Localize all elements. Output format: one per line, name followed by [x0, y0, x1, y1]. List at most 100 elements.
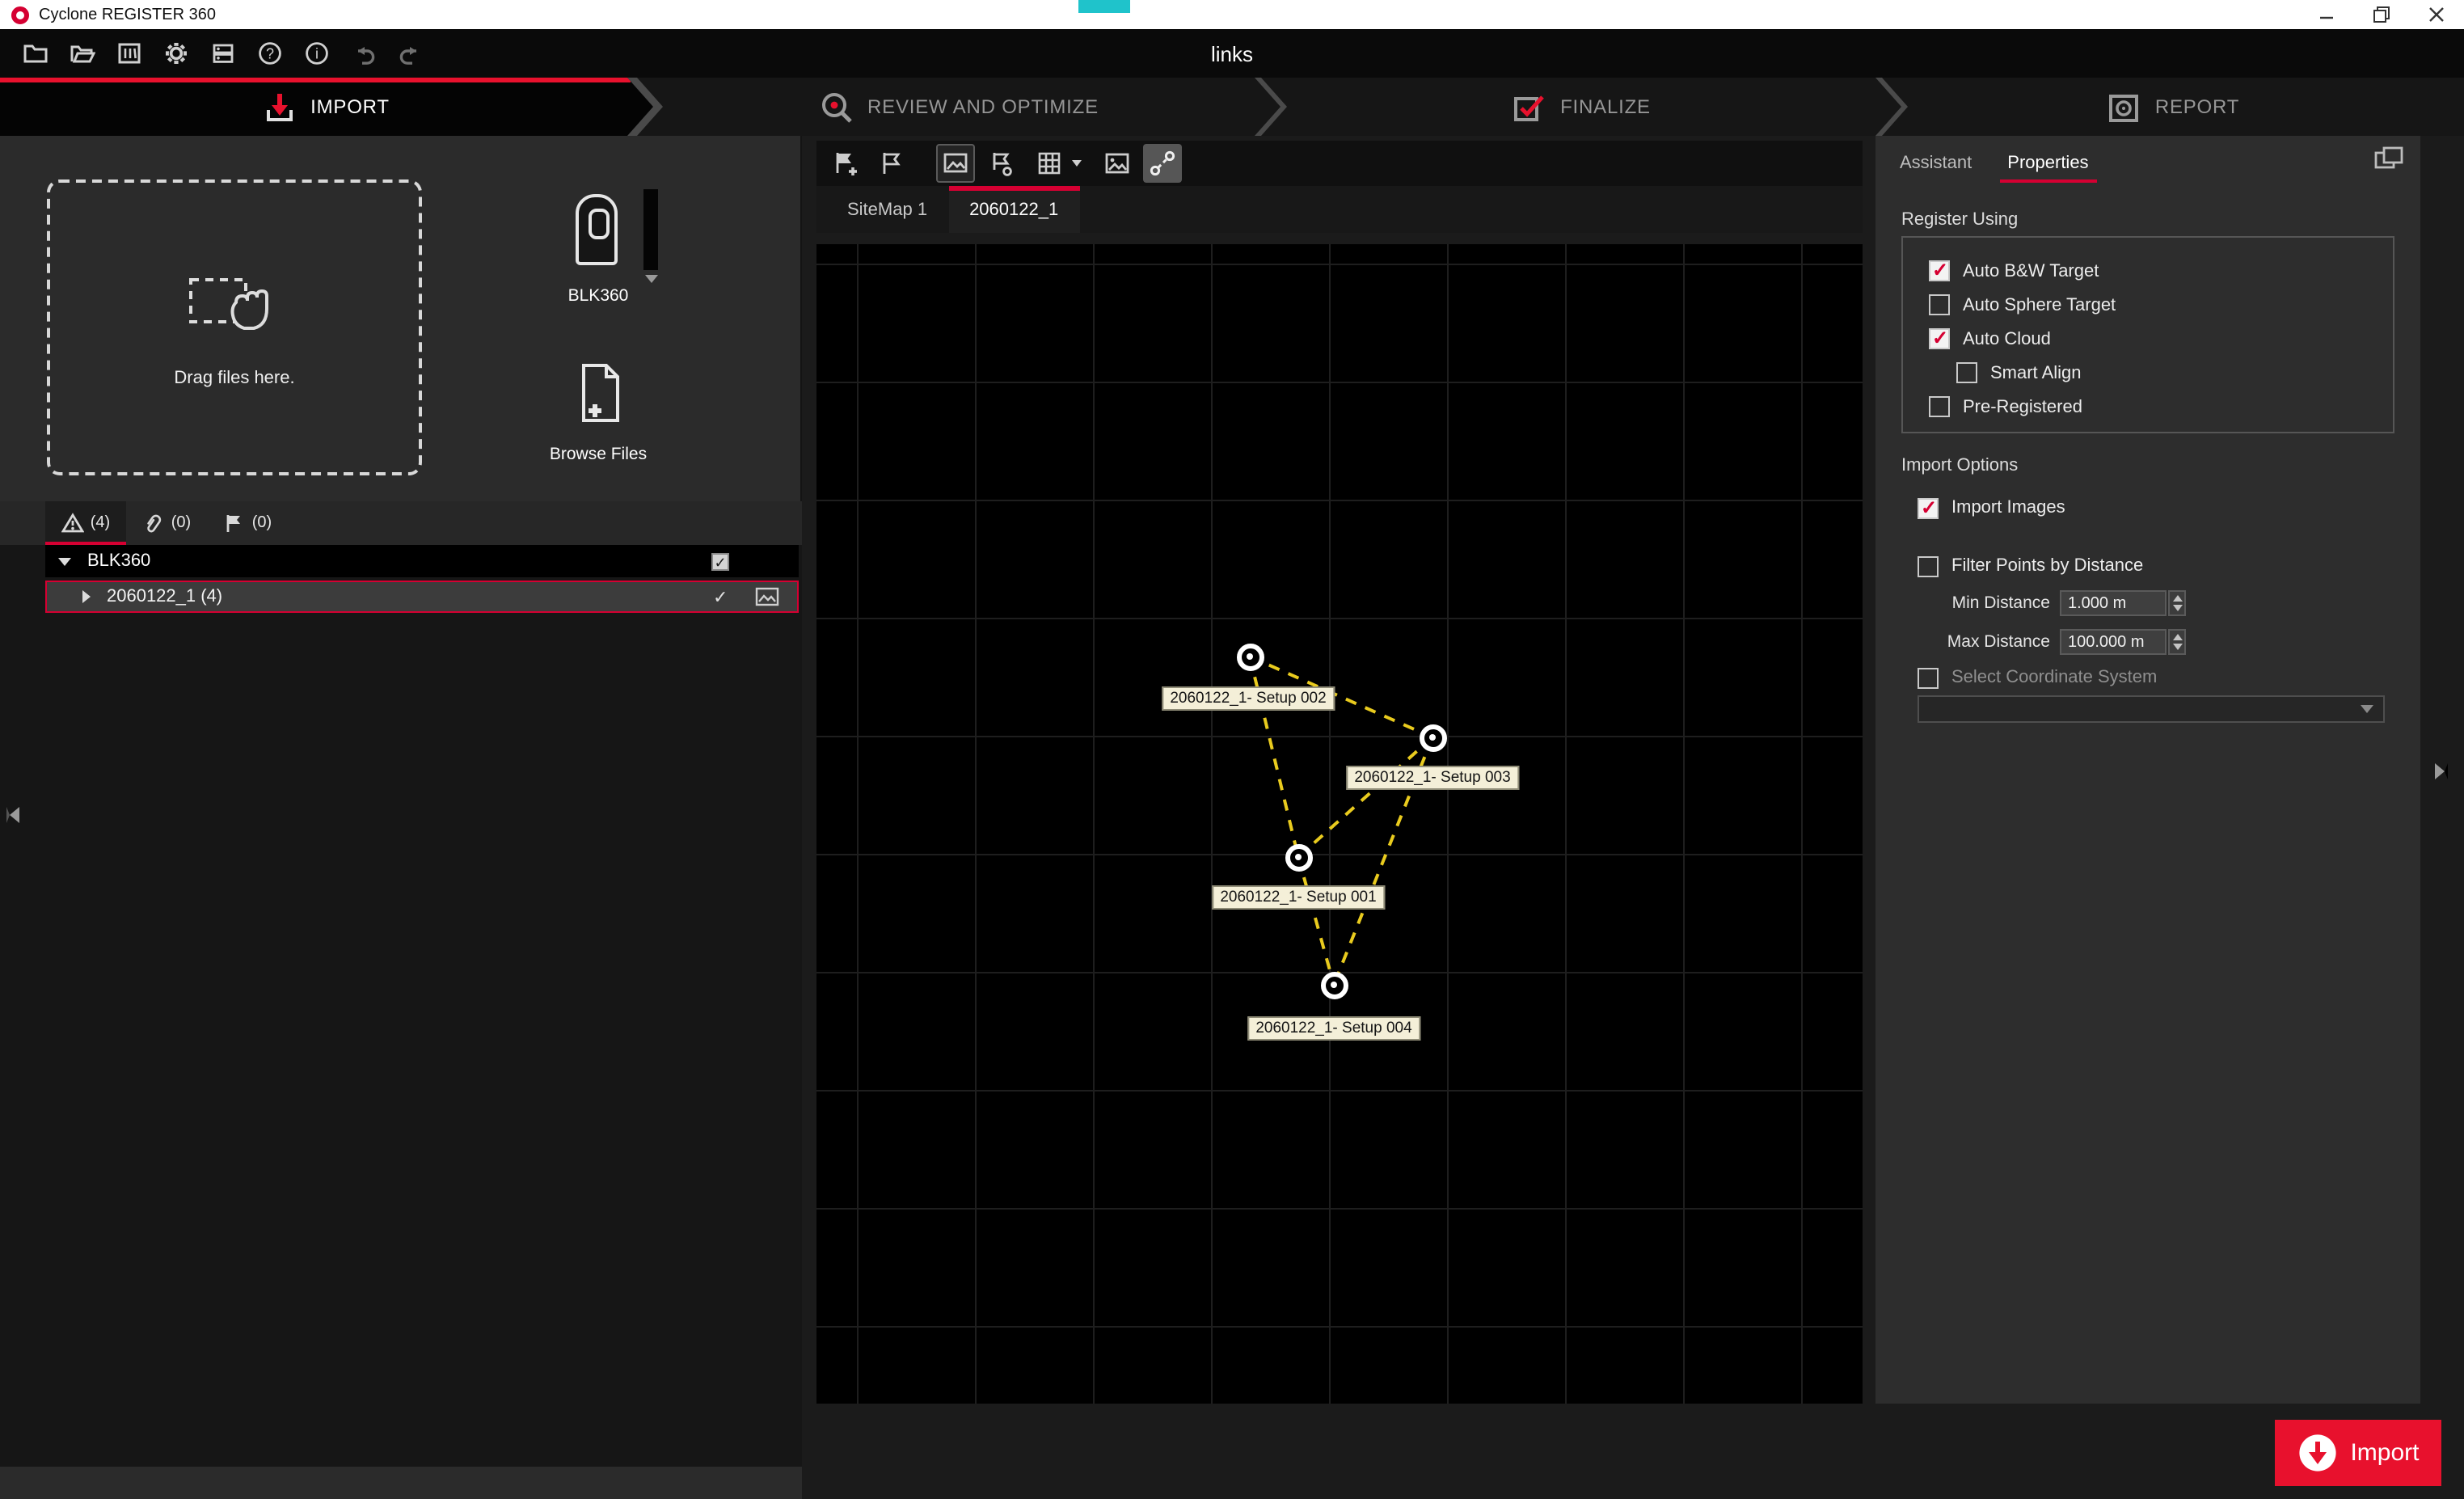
checkbox[interactable]	[1929, 260, 1950, 281]
sitemap-flag-icon[interactable]	[981, 144, 1020, 183]
undo-icon[interactable]	[343, 34, 385, 73]
open-folder-icon[interactable]	[61, 34, 103, 73]
settings-gear-icon[interactable]	[155, 34, 197, 73]
blk360-dropdown-caret-icon[interactable]	[645, 275, 658, 283]
setup-node-label: 2060122_1- Setup 004	[1247, 1016, 1420, 1041]
app-title: Cyclone REGISTER 360	[39, 6, 216, 23]
coordinate-system-checkbox[interactable]	[1918, 667, 1939, 688]
min-distance-stepper[interactable]	[2168, 590, 2186, 616]
tree-child-label: 2060122_1 (4)	[107, 587, 222, 606]
tab-2060122-1[interactable]: 2060122_1	[948, 186, 1079, 233]
checkbox[interactable]	[1956, 362, 1977, 383]
import-file-tree: BLK360 2060122_1 (4)	[0, 545, 802, 1467]
browse-files-icon[interactable]	[576, 362, 624, 424]
image-view-icon[interactable]	[1098, 144, 1137, 183]
finalize-stage-icon	[1512, 91, 1546, 123]
info-icon[interactable]: i	[296, 34, 338, 73]
warning-triangle-icon	[61, 513, 84, 534]
titlebar: Cyclone REGISTER 360	[0, 0, 2464, 29]
option-auto-cloud[interactable]: Auto Cloud	[1929, 322, 2380, 356]
import-panel: Drag files here. BLK360 Browse Files	[0, 136, 802, 1499]
import-file-tabs: (4) (0) (0)	[0, 501, 802, 545]
add-sitemap-icon[interactable]	[826, 144, 865, 183]
blk360-device-icon[interactable]	[576, 194, 618, 265]
check-icon	[713, 586, 728, 607]
checkbox[interactable]	[1929, 294, 1950, 315]
import-project-icon[interactable]	[108, 34, 150, 73]
layout-panes-icon[interactable]	[2373, 146, 2404, 176]
max-distance-stepper[interactable]	[2168, 629, 2186, 655]
checkbox-label: Pre-Registered	[1963, 397, 2082, 416]
link-tool-icon[interactable]	[1143, 144, 1182, 183]
chevron-down-icon	[2361, 705, 2373, 713]
setup-node-setup004[interactable]	[1320, 971, 1348, 999]
setup-node-label: 2060122_1- Setup 003	[1346, 766, 1518, 790]
tab-assistant[interactable]: Assistant	[1882, 144, 1989, 183]
coordinate-system-dropdown[interactable]	[1918, 695, 2385, 723]
drag-drop-area[interactable]: Drag files here.	[47, 179, 422, 475]
open-project-icon[interactable]	[15, 34, 57, 73]
setup-node-setup001[interactable]	[1285, 843, 1312, 871]
sitemap-panel: SiteMap 1 2060122_1 2060122_1- Setup 002…	[816, 136, 1863, 1404]
warnings-count: (4)	[91, 514, 110, 532]
max-distance-input[interactable]: 100.000 m	[2060, 629, 2167, 655]
svg-text:?: ?	[266, 45, 274, 61]
select-coordinate-system-option[interactable]: Select Coordinate System	[1918, 661, 2157, 694]
import-images-option[interactable]: Import Images	[1918, 492, 2065, 524]
storage-icon[interactable]	[202, 34, 244, 73]
minimize-icon	[2317, 5, 2336, 24]
tab-attachments[interactable]: (0)	[126, 501, 207, 545]
min-distance-input[interactable]: 1.000 m	[2060, 590, 2167, 616]
tree-root-checkbox[interactable]	[711, 552, 729, 570]
tab-properties[interactable]: Properties	[1989, 144, 2106, 183]
stage-review-and-optimize[interactable]: REVIEW AND OPTIMIZE	[637, 78, 1281, 136]
collapse-caret-icon[interactable]	[58, 557, 71, 565]
option-pre-registered[interactable]: Pre-Registered	[1929, 390, 2380, 424]
checkbox[interactable]	[1929, 328, 1950, 349]
help-icon[interactable]: ?	[249, 34, 291, 73]
panel-bottom-strip	[0, 1467, 802, 1499]
grid-icon[interactable]	[1030, 144, 1069, 183]
tab-sitemap-1[interactable]: SiteMap 1	[826, 186, 948, 233]
import-button[interactable]: Import	[2275, 1420, 2441, 1486]
minimize-button[interactable]	[2299, 0, 2354, 29]
tree-root-label: BLK360	[87, 551, 150, 571]
tab-controls[interactable]: (0)	[207, 501, 288, 545]
node-center-dot	[1331, 982, 1337, 988]
grid-dropdown-caret-icon[interactable]	[1069, 144, 1085, 183]
stage-finalize[interactable]: FINALIZE	[1261, 78, 1901, 136]
setup-links-layer	[816, 244, 1863, 1404]
option-auto-b-w-target[interactable]: Auto B&W Target	[1929, 254, 2380, 288]
active-stage-indicator	[0, 78, 631, 82]
tree-row-2060122-1[interactable]: 2060122_1 (4)	[45, 581, 799, 613]
tree-row-blk360[interactable]: BLK360	[45, 545, 799, 577]
filter-points-checkbox[interactable]	[1918, 555, 1939, 576]
sitemap-icon[interactable]	[871, 144, 910, 183]
stage-report[interactable]: REPORT	[1882, 78, 2464, 136]
option-smart-align[interactable]: Smart Align	[1929, 356, 2380, 390]
fit-view-icon[interactable]	[936, 144, 975, 183]
image-thumbnail-icon[interactable]	[755, 587, 779, 606]
close-button[interactable]	[2409, 0, 2464, 29]
option-auto-sphere-target[interactable]: Auto Sphere Target	[1929, 288, 2380, 322]
attachments-count: (0)	[171, 514, 191, 532]
sitemap-canvas[interactable]: 2060122_1- Setup 0022060122_1- Setup 003…	[816, 244, 1863, 1404]
redo-icon[interactable]	[390, 34, 432, 73]
expand-caret-icon[interactable]	[82, 590, 91, 603]
collapse-right-panel-arrow-icon[interactable]	[2435, 763, 2448, 779]
collapse-left-panel-arrow-icon[interactable]	[6, 807, 19, 823]
setup-link	[1298, 857, 1334, 985]
attachment-icon	[142, 513, 165, 534]
setup-node-setup002[interactable]	[1236, 643, 1264, 670]
setup-node-setup003[interactable]	[1419, 724, 1446, 751]
stage-import[interactable]: IMPORT	[0, 78, 653, 136]
filter-points-option[interactable]: Filter Points by Distance	[1918, 550, 2143, 582]
restore-button[interactable]	[2354, 0, 2409, 29]
browse-files-label[interactable]: Browse Files	[521, 445, 676, 464]
import-images-checkbox[interactable]	[1918, 497, 1939, 518]
blk360-slider[interactable]	[643, 189, 658, 270]
drag-files-label: Drag files here.	[174, 368, 294, 387]
tab-warnings[interactable]: (4)	[45, 501, 126, 545]
checkbox[interactable]	[1929, 396, 1950, 417]
checkbox-label: Auto B&W Target	[1963, 261, 2099, 281]
